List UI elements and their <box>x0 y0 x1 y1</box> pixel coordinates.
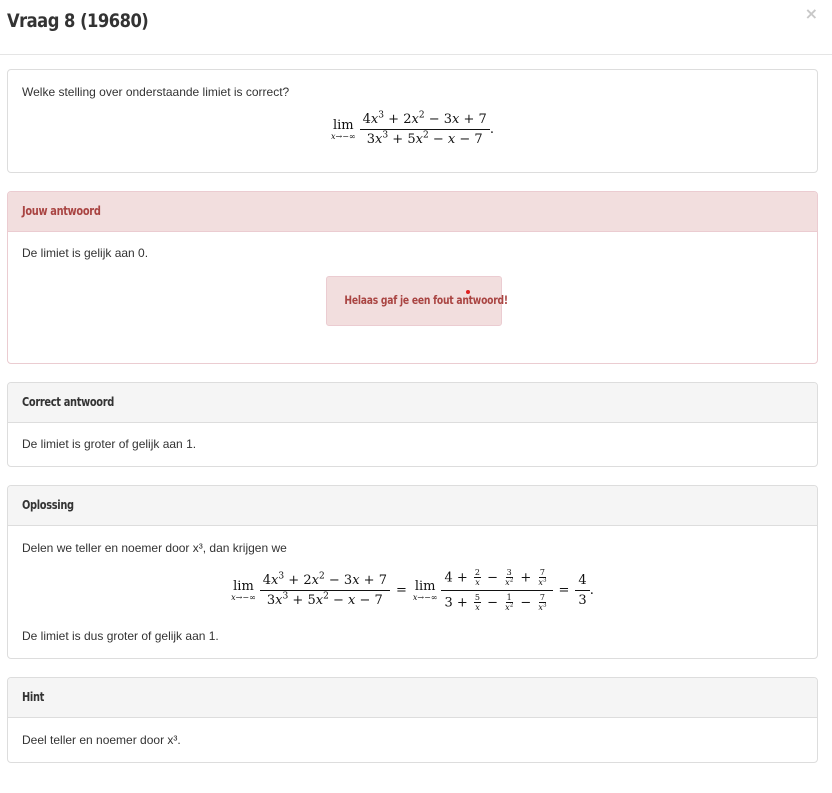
correct-answer-heading: Correct antwoord <box>8 383 817 423</box>
your-answer-text: De limiet is gelijk aan 0. <box>22 246 149 260</box>
fraction-denominator: 3x3 + 5x2 − x − 7 <box>366 130 483 147</box>
solution-intro: Delen we teller en noemer door x³, dan k… <box>22 541 287 555</box>
solution-heading: Oplossing <box>8 486 817 526</box>
hint-heading: Hint <box>8 678 817 718</box>
fraction-numerator: 4x3 + 2x2 − 3x + 7 <box>359 111 490 130</box>
your-answer-heading: Jouw antwoord <box>8 192 817 232</box>
question-panel: Welke stelling over onderstaande limiet … <box>7 69 818 173</box>
limit-fraction: 4x3 + 2x2 − 3x + 7 3x3 + 5x2 − x − 7 <box>359 111 490 147</box>
question-formula: lim x→−∞ 4x3 + 2x2 − 3x + 7 3x3 + 5x2 − … <box>331 110 494 147</box>
question-text: Welke stelling over onderstaande limiet … <box>22 85 290 99</box>
modal-header: Vraag 8 (19680) × <box>0 0 832 55</box>
correct-answer-panel: Correct antwoord De limiet is groter of … <box>7 382 818 467</box>
modal-title: Vraag 8 (19680) <box>7 10 149 32</box>
wrong-answer-alert: Helaas gaf je een fout antwoord! <box>326 276 508 326</box>
reduced-fraction: 4 + 2x − 3 x2 + 7 x3 3 + 5x − 1 x2 − 7 x3 <box>441 568 553 613</box>
correct-answer-text: De limiet is groter of gelijk aan 1. <box>22 437 197 451</box>
limit-operator: lim x→−∞ <box>231 578 256 602</box>
solution-panel: Oplossing Delen we teller en noemer door… <box>7 485 818 659</box>
red-dot-marker <box>466 290 470 294</box>
solution-formula: lim x→−∞ 4x3 + 2x2 − 3x + 7 3x3 + 5x2 − … <box>231 568 594 613</box>
solution-conclusion: De limiet is dus groter of gelijk aan 1. <box>22 629 219 643</box>
result-fraction: 4 3 <box>575 573 590 608</box>
hint-panel: Hint Deel teller en noemer door x³. <box>7 677 818 763</box>
close-icon[interactable]: × <box>805 4 818 23</box>
hint-text: Deel teller en noemer door x³. <box>22 733 181 747</box>
limit-operator: lim x→−∞ <box>412 578 438 602</box>
your-answer-panel: Jouw antwoord De limiet is gelijk aan 0.… <box>7 191 818 364</box>
limit-operator: lim x→−∞ <box>331 117 356 141</box>
wrong-answer-message: Helaas gaf je een fout antwoord! <box>344 293 508 307</box>
limit-fraction: 4x3 + 2x2 − 3x + 7 3x3 + 5x2 − x − 7 <box>259 572 390 608</box>
